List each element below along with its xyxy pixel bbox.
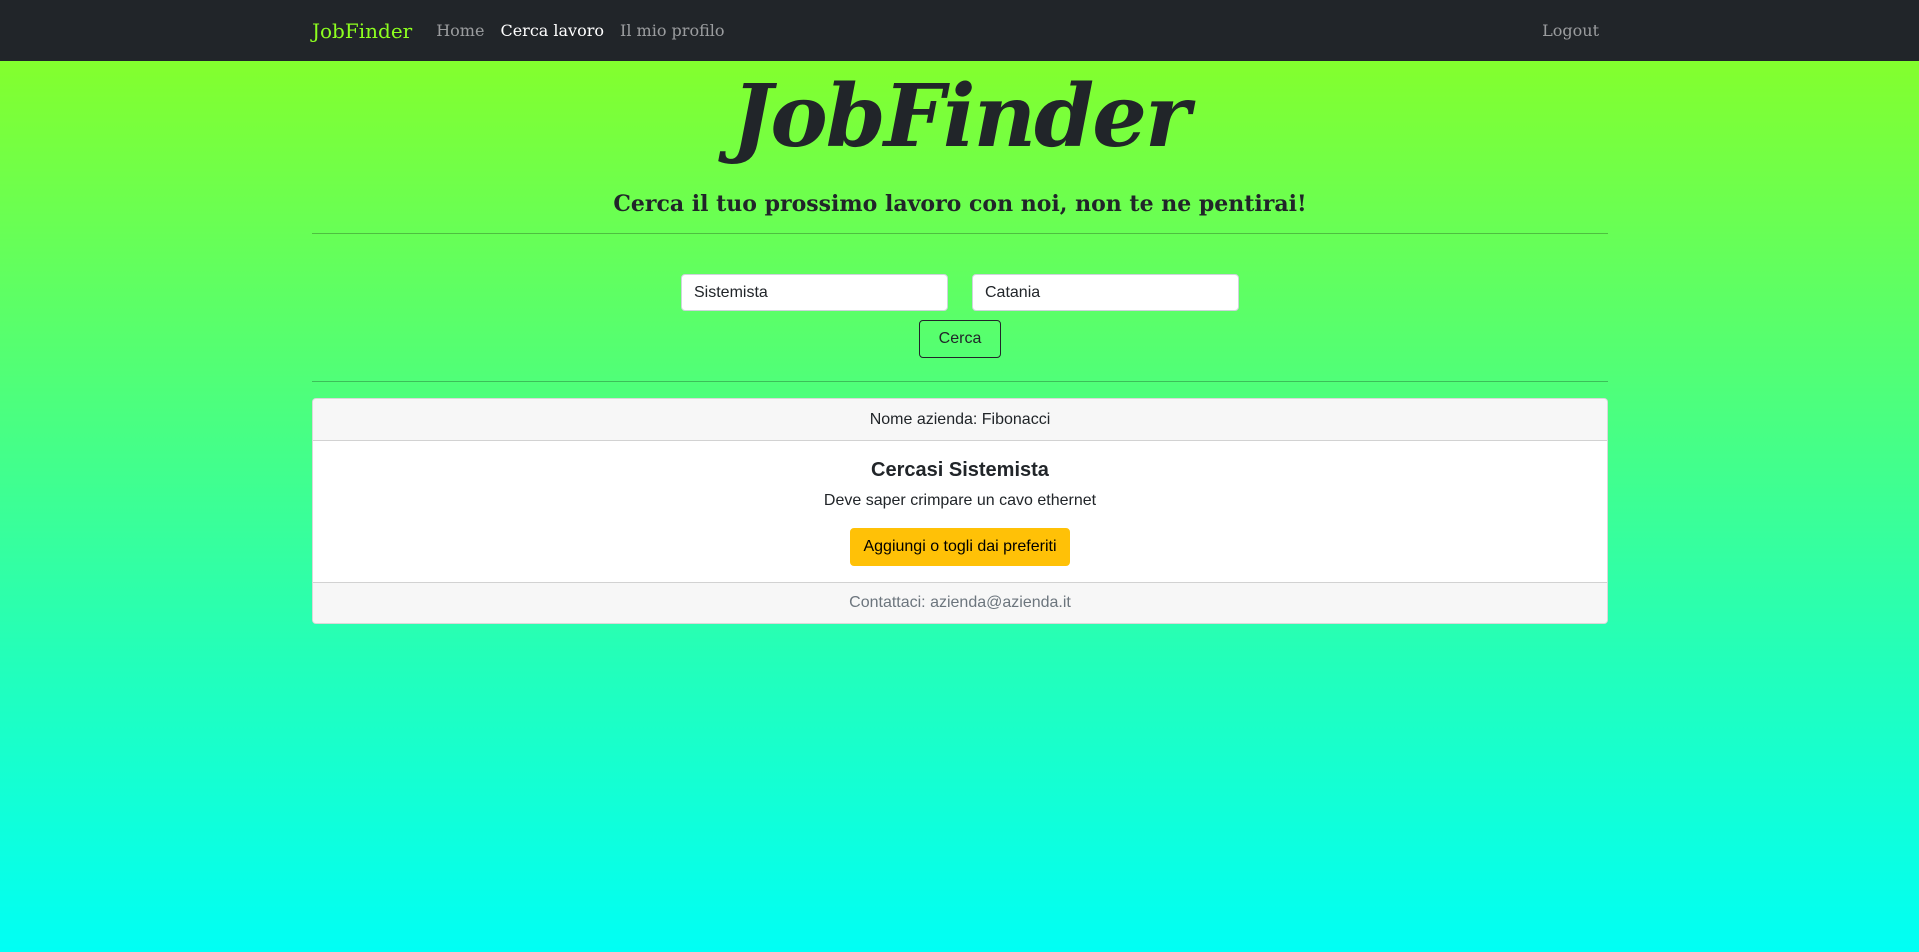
nav-link-cerca-lavoro[interactable]: Cerca lavoro (500, 21, 604, 40)
job-card-company: Nome azienda: Fibonacci (313, 399, 1607, 441)
job-card-contact: Contattaci: azienda@azienda.it (313, 582, 1607, 623)
top-navbar: JobFinder Home Cerca lavoro Il mio profi… (0, 0, 1919, 61)
hero-subtitle: Cerca il tuo prossimo lavoro con noi, no… (613, 191, 1307, 217)
hero-title: JobFinder (731, 66, 1191, 167)
job-search-input[interactable] (681, 274, 948, 311)
nav-link-il-mio-profilo[interactable]: Il mio profilo (620, 21, 724, 40)
favorite-toggle-button[interactable]: Aggiungi o togli dai preferiti (850, 528, 1070, 566)
job-card: Nome azienda: Fibonacci Cercasi Sistemis… (312, 398, 1608, 624)
search-fields (312, 274, 1608, 311)
job-card-title: Cercasi Sistemista (871, 459, 1049, 481)
divider-top (312, 233, 1608, 234)
main-container: JobFinder Cerca il tuo prossimo lavoro c… (312, 61, 1608, 624)
location-search-input[interactable] (972, 274, 1239, 311)
search-form: Cerca (312, 274, 1608, 358)
search-button[interactable]: Cerca (919, 320, 1001, 358)
search-button-row: Cerca (312, 320, 1608, 358)
navbar-content: JobFinder Home Cerca lavoro Il mio profi… (312, 0, 1607, 61)
logout-link[interactable]: Logout (1542, 21, 1599, 40)
job-card-description: Deve saper crimpare un cavo ethernet (823, 492, 1097, 509)
navbar-brand[interactable]: JobFinder (312, 19, 412, 43)
job-card-body: Cercasi Sistemista Deve saper crimpare u… (313, 441, 1607, 582)
divider-bottom (312, 381, 1608, 382)
nav-link-home[interactable]: Home (436, 21, 484, 40)
